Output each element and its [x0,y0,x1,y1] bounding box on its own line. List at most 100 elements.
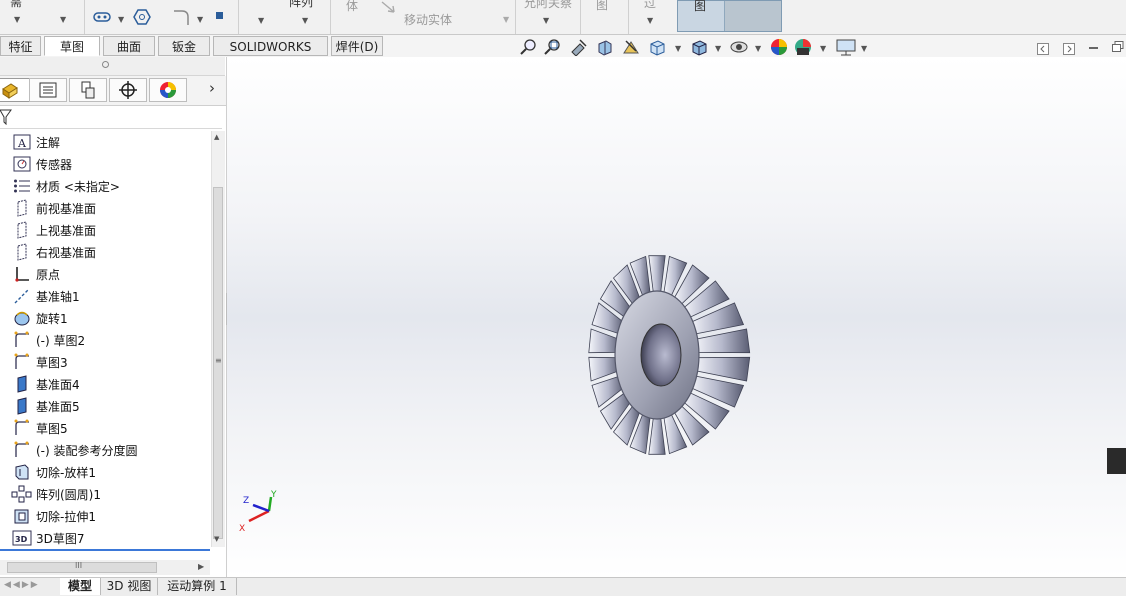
tab-features[interactable]: 特征 [0,36,41,56]
origin-icon [11,265,33,283]
filter-icon[interactable] [0,109,12,128]
tree-item[interactable]: 草图5 [0,417,210,439]
chevron-down-icon[interactable]: ▼ [861,44,867,53]
feature-manager-icon[interactable] [0,78,30,102]
tree-item[interactable]: 3D 3D草图7 [0,527,210,549]
chevron-down-icon[interactable]: ▼ [118,15,124,24]
chevron-down-icon[interactable]: ▼ [302,16,308,25]
move-body-label[interactable]: 移动实体 [404,11,452,28]
fillet-icon[interactable] [172,8,192,29]
apply-scene-icon[interactable] [793,37,813,57]
chevron-down-icon[interactable]: ▼ [543,16,549,25]
tree-item-label: 切除-拉伸1 [36,509,96,524]
tree-item[interactable]: 右视基准面 [0,241,210,263]
ribbon-view-label[interactable]: 图 [596,0,608,13]
chevron-down-icon[interactable]: ▼ [675,44,681,53]
chevron-down-icon[interactable]: ▼ [715,44,721,53]
polygon-icon[interactable] [133,9,151,28]
property-manager-icon[interactable] [29,78,67,102]
section-view-icon[interactable] [595,37,615,57]
chevron-down-icon[interactable]: ▼ [60,15,66,24]
graphics-area[interactable]: ▼ ▼ ▼ ▼ ▼ X Y Z [227,39,1126,577]
panel-grip[interactable] [0,57,225,76]
ribbon-misc-label[interactable]: 过 [644,0,656,11]
hide-show-items-icon[interactable] [729,37,749,57]
chevron-down-icon[interactable]: ▼ [14,15,20,24]
tree-item[interactable]: 切除-放样1 [0,461,210,483]
ribbon-relations-label[interactable]: 允阿关察 [524,0,572,11]
move-body-icon[interactable] [380,0,398,17]
tab-surfaces[interactable]: 曲面 [103,36,155,56]
configuration-manager-icon[interactable] [69,78,107,102]
collapse-right-icon[interactable] [1063,43,1075,58]
tree-item[interactable]: (-) 装配参考分度圆 [0,439,210,461]
restore-icon[interactable] [1112,41,1124,56]
tree-item[interactable]: 基准面4 [0,373,210,395]
scroll-thumb[interactable]: ≡ [213,187,223,539]
dynamic-annotation-icon[interactable] [621,37,641,57]
tab-motion-study[interactable]: 运动算例 1 [158,578,237,595]
tab-3d-views[interactable]: 3D 视图 [101,578,158,595]
tree-item[interactable]: 旋转1 [0,307,210,329]
tree-item[interactable]: 基准面5 [0,395,210,417]
material-icon [11,177,33,195]
ribbon-pattern-label[interactable]: 阵列 [289,0,313,10]
chevron-down-icon[interactable]: ▼ [755,44,761,53]
chevron-down-icon[interactable]: ▼ [197,15,203,24]
display-manager-icon[interactable] [149,78,187,102]
tab-sketch[interactable]: 草图 [44,36,100,56]
dimxpert-manager-icon[interactable] [109,78,147,102]
view-orientation-icon[interactable] [647,37,667,57]
edit-appearance-icon[interactable] [769,37,789,57]
bevel-gear-model[interactable] [582,227,772,477]
scroll-thumb[interactable]: III [7,561,157,573]
sketch3d-icon: 3D [11,529,33,547]
collapse-left-icon[interactable] [1037,43,1049,58]
ribbon-label-partial[interactable]: 需 [10,0,22,10]
tab-sheet-metal[interactable]: 钣金 [158,36,210,56]
filter-row[interactable] [0,106,222,129]
tab-weldments[interactable]: 焊件(D) [331,36,383,56]
ribbon-active-button[interactable]: 图 [677,0,782,32]
tab-navigation-arrows[interactable]: ◀◀▶▶ [4,580,40,590]
tree-item[interactable]: 上视基准面 [0,219,210,241]
link-icon[interactable] [93,10,111,27]
previous-view-icon[interactable] [569,37,589,57]
view-settings-icon[interactable] [835,37,857,57]
chevron-down-icon[interactable]: ▼ [820,44,826,53]
ribbon-body-label[interactable]: 体 [346,0,358,14]
scroll-right-icon[interactable]: ▶ [198,562,204,571]
tab-solidworks-mbd[interactable]: SOLIDWORKS MBD [213,36,328,74]
tab-model[interactable]: 模型 [60,578,101,595]
zoom-to-fit-icon[interactable] [519,37,539,57]
tree-item[interactable]: 传感器 [0,153,210,175]
scroll-up-icon[interactable]: ▲ [214,133,219,141]
tree-item-label: 右视基准面 [36,245,97,260]
tree-horizontal-scrollbar[interactable]: III ▶ [0,560,210,575]
zoom-area-icon[interactable] [543,37,563,57]
panel-tabs: › [0,76,226,106]
square-icon[interactable] [216,12,223,19]
chevron-down-icon[interactable]: ▼ [503,15,509,24]
tree-item[interactable]: 原点 [0,263,210,285]
rollback-bar[interactable] [0,549,210,551]
tree-item[interactable]: 切除-拉伸1 [0,505,210,527]
tree-item[interactable]: (-) 草图2 [0,329,210,351]
task-pane-tab[interactable] [1107,448,1126,474]
tree-item[interactable]: 草图3 [0,351,210,373]
chevron-right-icon[interactable]: › [209,79,215,97]
tree-item[interactable]: 阵列(圆周)1 [0,483,210,505]
tree-item[interactable]: 前视基准面 [0,197,210,219]
scroll-down-icon[interactable]: ▼ [214,535,219,543]
tree-item-label: 旋转1 [36,311,68,326]
tree-vertical-scrollbar[interactable]: ▲ ≡ ▼ [211,131,225,547]
tree-item[interactable]: 材质 <未指定> [0,175,210,197]
chevron-down-icon[interactable]: ▼ [258,16,264,25]
minimize-icon[interactable] [1089,47,1098,49]
display-style-icon[interactable] [689,37,709,57]
circular-pattern-icon [11,485,33,503]
tree-item[interactable]: 基准轴1 [0,285,210,307]
chevron-down-icon[interactable]: ▼ [647,16,653,25]
tree-item[interactable]: A 注解 [0,131,210,153]
tree-item-label: 草图3 [36,355,68,370]
